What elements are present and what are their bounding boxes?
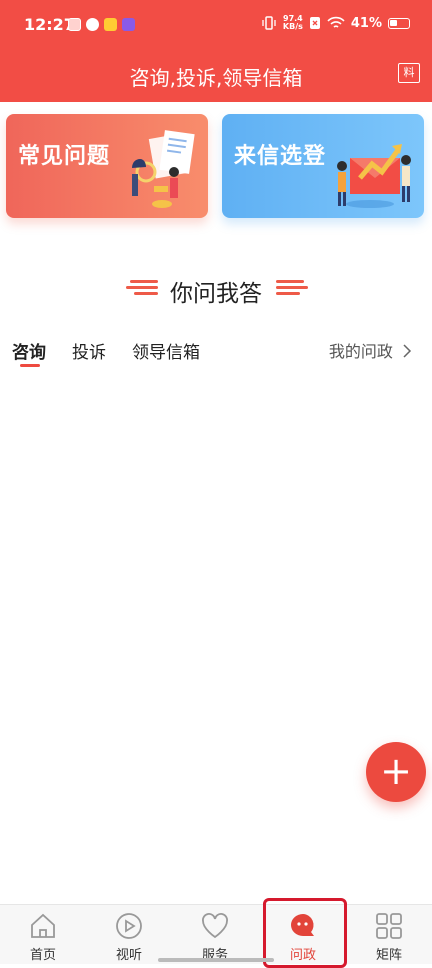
nav-home-label: 首页 (29, 948, 56, 963)
header-bar: 咨询,投诉,领导信箱 料 (0, 50, 432, 102)
notification-app-icon-4 (122, 18, 135, 31)
my-inquiries-label: 我的问政 (328, 342, 393, 361)
page-title: 咨询,投诉,领导信箱 (129, 66, 303, 90)
active-tab-indicator (20, 364, 40, 367)
vibrate-icon (262, 16, 276, 30)
sim-icon (309, 17, 320, 29)
news-tip-icon[interactable]: 料 (398, 63, 420, 83)
add-inquiry-button[interactable]: + (366, 742, 426, 802)
my-inquiries-link[interactable]: 我的问政 (329, 338, 412, 362)
faq-card[interactable]: 常见问题 (6, 114, 208, 218)
heart-icon (202, 913, 228, 939)
faq-illustration-icon (132, 130, 195, 208)
battery-icon (388, 17, 410, 29)
notification-app-icon-1 (68, 18, 81, 31)
nav-video[interactable]: 视听 (94, 911, 164, 963)
section-title: 你问我答 (170, 281, 262, 307)
chevron-right-icon (403, 344, 412, 358)
home-icon (31, 913, 55, 938)
network-speed: 97.4 KB/s (282, 14, 303, 31)
letters-illustration-icon (337, 144, 411, 208)
heading-deco-right (276, 280, 308, 298)
section-heading: 你问我答 (0, 270, 432, 307)
wifi-icon (327, 16, 345, 28)
notification-app-icon-2 (86, 18, 99, 31)
nav-matrix[interactable]: 矩阵 (354, 911, 424, 963)
battery-percent: 41% (350, 15, 382, 31)
featured-letters-card-label: 来信选登 (234, 144, 327, 169)
faq-card-label: 常见问题 (18, 144, 111, 169)
bottom-nav: 首页 视听 服务 问政 矩阵 (0, 904, 432, 964)
nav-service[interactable]: 服务 (180, 911, 250, 963)
nav-video-label: 视听 (115, 948, 142, 963)
grid-icon (376, 913, 402, 939)
nav-politics-highlight (263, 898, 347, 968)
nav-matrix-label: 矩阵 (375, 948, 402, 963)
tab-consult[interactable]: 咨询 (12, 338, 46, 363)
featured-letters-card[interactable]: 来信选登 (222, 114, 424, 218)
nav-home[interactable]: 首页 (8, 911, 78, 963)
category-tabs: 咨询 投诉 领导信箱 我的问政 (0, 336, 432, 370)
play-icon (116, 913, 142, 939)
home-indicator (158, 958, 274, 962)
notification-app-icon-3 (104, 18, 117, 31)
tab-leader-mailbox[interactable]: 领导信箱 (132, 338, 200, 363)
tab-complaint[interactable]: 投诉 (72, 338, 106, 363)
status-bar: 12:27 97.4 KB/s 41% (0, 0, 432, 50)
